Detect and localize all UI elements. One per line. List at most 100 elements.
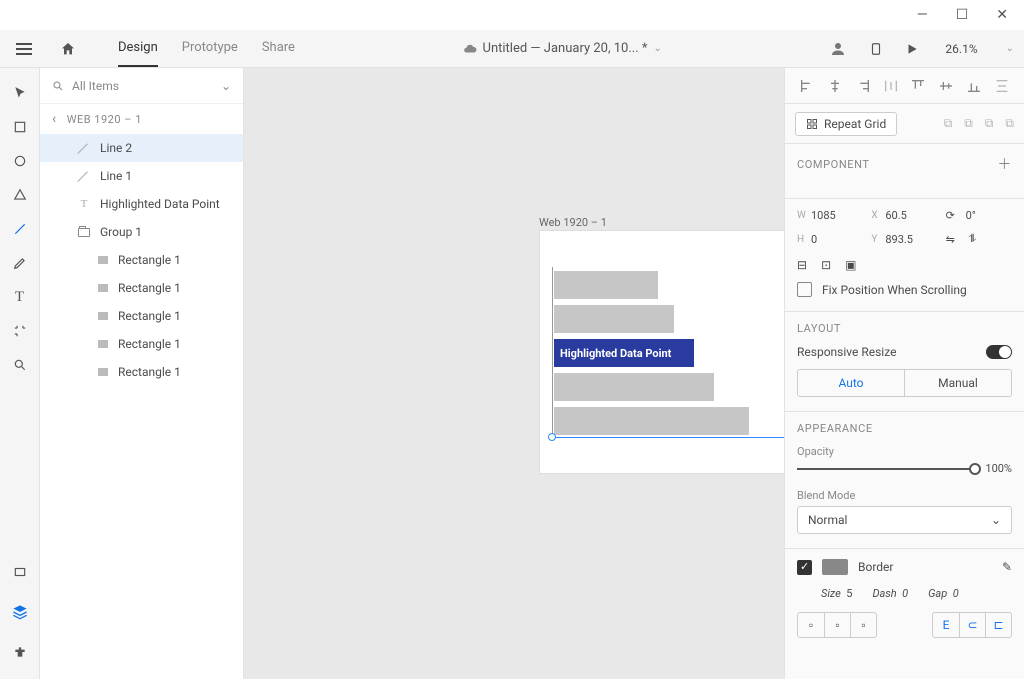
layer-item-rect-1[interactable]: Rectangle 1 (40, 246, 243, 274)
ellipse-tool[interactable] (5, 146, 35, 176)
document-title[interactable]: Untitled — January 20, 10... * (483, 41, 648, 56)
plugins-panel-button[interactable] (5, 637, 35, 667)
cap-round-button[interactable]: ⊂ (959, 613, 985, 637)
responsive-resize-label: Responsive Resize (797, 345, 896, 359)
polygon-tool[interactable] (5, 180, 35, 210)
play-button[interactable] (905, 42, 919, 56)
home-button[interactable] (54, 35, 82, 63)
chart-bar-3-highlighted[interactable]: Highlighted Data Point (554, 339, 694, 367)
fix-position-checkbox[interactable] (797, 282, 812, 297)
opacity-value[interactable]: 100% (985, 462, 1012, 475)
layer-item-highlighted-text[interactable]: T Highlighted Data Point (40, 190, 243, 218)
device-preview-button[interactable] (869, 40, 883, 58)
stroke-outer-button[interactable]: ▫ (850, 613, 876, 637)
add-component-button[interactable]: ＋ (997, 154, 1012, 174)
cap-square-button[interactable]: ⊏ (985, 613, 1011, 637)
opacity-slider[interactable] (797, 468, 975, 470)
stroke-center-button[interactable]: ▫ (824, 613, 850, 637)
responsive-resize-toggle[interactable] (986, 345, 1012, 359)
boolean-add-icon[interactable]: ⧉ (944, 116, 953, 131)
layer-item-group1[interactable]: Group 1 (40, 218, 243, 246)
rectangle-icon (98, 256, 108, 264)
zoom-tool[interactable] (5, 350, 35, 380)
layers-filter[interactable]: All Items ⌄ (40, 68, 243, 104)
zoom-level[interactable]: 26.1% (945, 42, 977, 56)
pen-tool[interactable] (5, 248, 35, 278)
layers-panel-button[interactable] (5, 597, 35, 627)
responsive-constraint-icon[interactable]: ⊟ (797, 258, 807, 272)
align-top-icon[interactable] (909, 77, 927, 95)
align-left-icon[interactable] (798, 77, 816, 95)
flip-h-icon[interactable]: ⇋ (946, 233, 955, 246)
distribute-v-icon[interactable] (993, 77, 1011, 95)
chart-bar-1[interactable] (554, 271, 658, 299)
layer-item-line1[interactable]: Line 1 (40, 162, 243, 190)
rotation-input[interactable]: 0° (966, 209, 976, 222)
selection-handle-left[interactable] (548, 433, 556, 441)
user-icon[interactable] (829, 40, 847, 58)
artboard[interactable]: Highlighted Data Point (539, 230, 784, 474)
align-toolbar (785, 68, 1024, 104)
tab-share[interactable]: Share (262, 30, 295, 67)
blend-mode-select[interactable]: Normal ⌄ (797, 506, 1012, 534)
chart-bar-5[interactable] (554, 407, 749, 435)
artboard-label[interactable]: Web 1920 – 1 (539, 216, 607, 229)
chart-bar-4[interactable] (554, 373, 714, 401)
layers-artboard-row[interactable]: ‹ WEB 1920 – 1 (40, 104, 243, 134)
mask-icon[interactable]: ▣ (845, 258, 856, 272)
assets-panel-button[interactable] (5, 557, 35, 587)
cap-butt-button[interactable]: E (933, 613, 959, 637)
layer-item-line2[interactable]: Line 2 (40, 134, 243, 162)
repeat-grid-label: Repeat Grid (824, 117, 886, 131)
line-tool[interactable] (5, 214, 35, 244)
resize-manual-button[interactable]: Manual (905, 370, 1011, 396)
boolean-intersect-icon[interactable]: ⧉ (985, 116, 994, 131)
border-dash-input[interactable]: 0 (902, 587, 908, 600)
align-center-h-icon[interactable] (826, 77, 844, 95)
align-bottom-icon[interactable] (965, 77, 983, 95)
x-input[interactable]: 60.5 (885, 209, 906, 222)
scroll-fixed-icon[interactable]: ⊡ (821, 258, 831, 272)
eyedropper-icon[interactable]: ✎ (1002, 560, 1012, 574)
rectangle-icon (98, 312, 108, 320)
title-dropdown-icon[interactable]: ⌄ (653, 43, 661, 54)
resize-auto-button[interactable]: Auto (798, 370, 905, 396)
height-input[interactable]: 0 (811, 233, 817, 246)
rectangle-tool[interactable] (5, 112, 35, 142)
layer-item-rect-4[interactable]: Rectangle 1 (40, 330, 243, 358)
blend-mode-value: Normal (808, 513, 847, 527)
boolean-exclude-icon[interactable]: ⧉ (1005, 116, 1014, 131)
align-center-v-icon[interactable] (937, 77, 955, 95)
tab-design[interactable]: Design (118, 30, 158, 67)
canvas[interactable]: Web 1920 – 1 Highlighted Data Point (244, 68, 784, 679)
minimize-button[interactable]: — (917, 7, 928, 23)
inspector-panel: Repeat Grid ⧉ ⧉ ⧉ ⧉ COMPONENT＋ W1085 X60… (784, 68, 1024, 679)
select-tool[interactable] (5, 78, 35, 108)
repeat-grid-button[interactable]: Repeat Grid (795, 112, 897, 136)
rectangle-icon (98, 284, 108, 292)
stroke-inner-button[interactable]: ▫ (798, 613, 824, 637)
layer-item-rect-5[interactable]: Rectangle 1 (40, 358, 243, 386)
distribute-h-icon[interactable] (882, 77, 900, 95)
y-input[interactable]: 893.5 (885, 233, 913, 246)
border-size-input[interactable]: 5 (846, 587, 852, 600)
layer-item-rect-3[interactable]: Rectangle 1 (40, 302, 243, 330)
layer-item-rect-2[interactable]: Rectangle 1 (40, 274, 243, 302)
align-right-icon[interactable] (854, 77, 872, 95)
flip-v-icon[interactable]: ⥮ (968, 232, 976, 246)
width-input[interactable]: 1085 (811, 209, 836, 222)
zoom-dropdown-icon[interactable]: ⌄ (1006, 43, 1014, 54)
border-enabled-checkbox[interactable] (797, 560, 812, 575)
rotate-icon[interactable]: ⟳ (946, 209, 955, 222)
text-tool[interactable]: T (5, 282, 35, 312)
border-gap-input[interactable]: 0 (953, 587, 959, 600)
border-color-swatch[interactable] (822, 559, 848, 575)
main-menu-button[interactable] (10, 35, 38, 63)
border-label: Border (858, 560, 893, 574)
artboard-tool[interactable] (5, 316, 35, 346)
maximize-button[interactable]: ☐ (956, 7, 969, 23)
tab-prototype[interactable]: Prototype (182, 30, 238, 67)
close-button[interactable]: ✕ (996, 7, 1008, 23)
chart-bar-2[interactable] (554, 305, 674, 333)
boolean-subtract-icon[interactable]: ⧉ (964, 116, 973, 131)
